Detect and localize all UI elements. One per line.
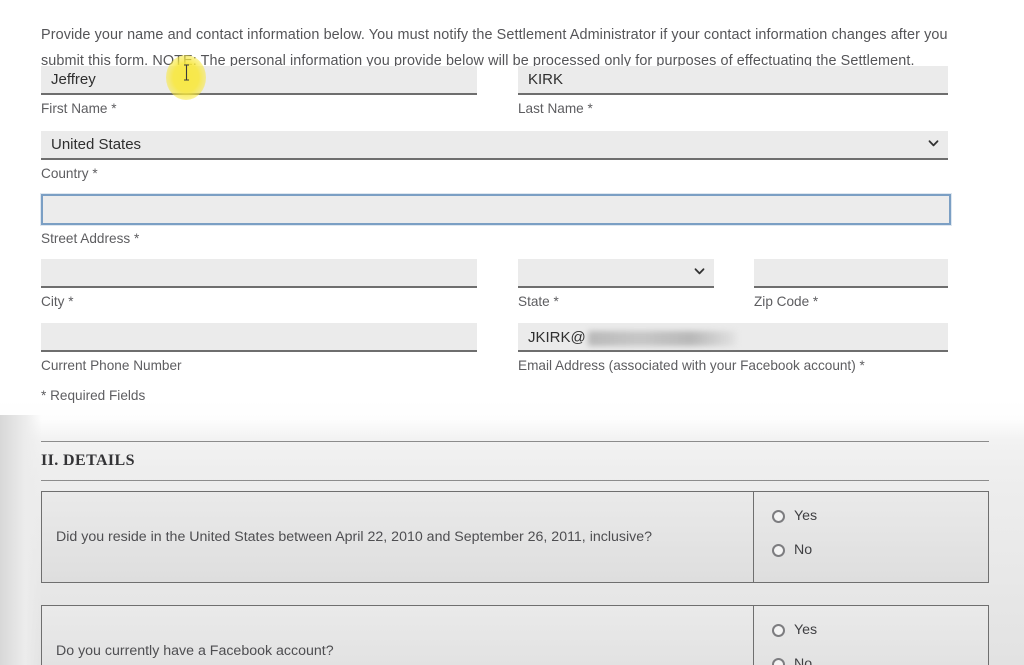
- radio-label: No: [794, 542, 813, 558]
- answer-group: Yes No: [754, 492, 988, 582]
- city-label: City *: [41, 294, 74, 309]
- question-row-facebook-account: Do you currently have a Facebook account…: [41, 605, 989, 665]
- radio-icon[interactable]: [772, 657, 785, 665]
- country-select-wrapper[interactable]: United States: [41, 131, 948, 160]
- first-name-label: First Name *: [41, 101, 117, 116]
- street-address-field: Street Address *: [41, 194, 951, 248]
- radio-icon[interactable]: [772, 623, 785, 637]
- email-label: Email Address (associated with your Face…: [518, 358, 865, 373]
- required-fields-note: * Required Fields: [41, 388, 146, 403]
- zip-code-label: Zip Code *: [754, 294, 819, 309]
- country-select[interactable]: United States: [41, 131, 948, 160]
- radio-label: No: [794, 656, 813, 665]
- radio-option-yes[interactable]: Yes: [772, 622, 988, 638]
- radio-option-no[interactable]: No: [772, 656, 988, 665]
- phone-label: Current Phone Number: [41, 358, 182, 373]
- street-address-label: Street Address *: [41, 231, 140, 246]
- email-redacted-domain: [587, 330, 736, 346]
- state-field: State *: [518, 259, 714, 311]
- question-text: Did you reside in the United States betw…: [42, 492, 754, 582]
- radio-option-yes[interactable]: Yes: [772, 508, 988, 524]
- city-input[interactable]: [41, 259, 477, 288]
- zip-code-field: Zip Code *: [754, 259, 948, 311]
- radio-label: Yes: [794, 622, 818, 638]
- question-text: Do you currently have a Facebook account…: [42, 606, 754, 665]
- country-field: United States Country *: [41, 131, 948, 183]
- claim-form-page: Provide your name and contact informatio…: [0, 0, 1024, 665]
- phone-field: Current Phone Number: [41, 323, 477, 375]
- email-field: JKIRK@ Email Address (associated with yo…: [518, 323, 948, 375]
- email-input[interactable]: JKIRK@: [518, 323, 948, 352]
- radio-option-no[interactable]: No: [772, 542, 988, 558]
- email-visible-value: JKIRK@: [528, 329, 586, 346]
- radio-label: Yes: [794, 508, 818, 524]
- street-address-input[interactable]: [41, 194, 951, 225]
- state-select[interactable]: [518, 259, 714, 288]
- question-row-residency: Did you reside in the United States betw…: [41, 491, 989, 583]
- last-name-field: KIRK Last Name *: [518, 66, 948, 118]
- section-rule-bottom: [41, 480, 989, 481]
- state-select-wrapper[interactable]: [518, 259, 714, 288]
- answer-group: Yes No: [754, 606, 988, 665]
- first-name-input[interactable]: Jeffrey: [41, 66, 477, 95]
- last-name-input[interactable]: KIRK: [518, 66, 948, 95]
- radio-icon[interactable]: [772, 509, 785, 523]
- radio-icon[interactable]: [772, 543, 785, 557]
- zip-code-input[interactable]: [754, 259, 948, 288]
- last-name-label: Last Name *: [518, 101, 593, 116]
- phone-input[interactable]: [41, 323, 477, 352]
- section-rule-top: [41, 441, 989, 442]
- section-title-details: II. DETAILS: [41, 452, 135, 469]
- email-value-row: JKIRK@: [528, 323, 736, 352]
- city-field: City *: [41, 259, 477, 311]
- first-name-field: Jeffrey First Name *: [41, 66, 477, 118]
- state-label: State *: [518, 294, 559, 309]
- country-label: Country *: [41, 166, 98, 181]
